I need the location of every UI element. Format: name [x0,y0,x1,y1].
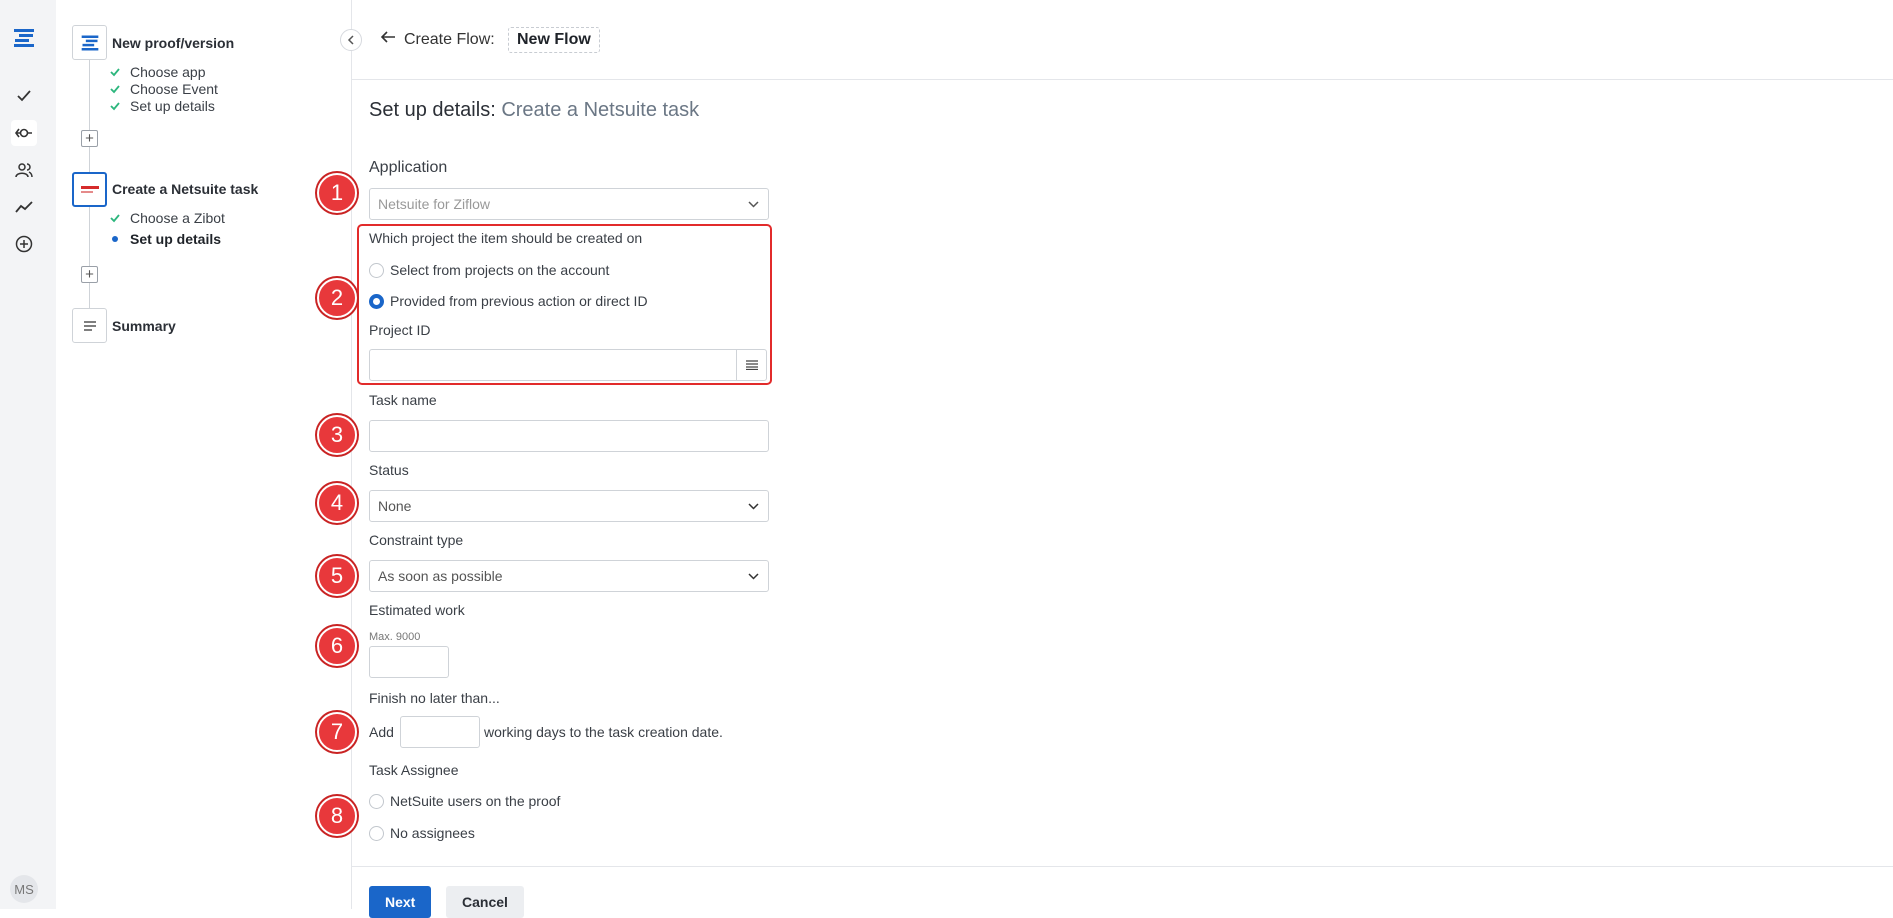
title-prefix: Set up details: [369,99,496,121]
collapse-panel-button[interactable] [340,29,362,51]
finish-label: Finish no later than... [369,690,500,706]
assignee-option-none[interactable]: No assignees [369,825,475,841]
application-value: Netsuite for Ziflow [378,196,491,212]
annotation-marker: 1 [317,173,357,213]
annotation-marker: 4 [317,483,357,523]
status-value: None [378,498,412,514]
insert-variable-button[interactable] [736,350,766,380]
cancel-button[interactable]: Cancel [446,886,524,918]
avatar[interactable]: MS [10,875,38,903]
annotation-marker: 2 [317,278,357,318]
check-icon [110,214,120,223]
project-id-input[interactable] [369,349,767,381]
status-label: Status [369,462,409,478]
list-icon [745,360,758,370]
footer-divider [352,866,1893,867]
estimated-work-input[interactable] [369,646,449,678]
flows-icon[interactable] [11,120,37,146]
estimated-work-label: Estimated work [369,602,465,618]
radio-label: Provided from previous action or direct … [390,293,648,309]
chevron-down-icon [748,503,759,510]
annotation-marker: 8 [317,796,357,836]
radio-button-selected[interactable] [369,293,384,309]
substep-label: Choose Event [130,81,218,97]
finish-prefix: Add [369,724,394,740]
page-title: Set up details: Create a Netsuite task [369,99,699,122]
radio-label: Select from projects on the account [390,262,610,278]
radio-label: NetSuite users on the proof [390,793,561,809]
substep-item[interactable]: Choose Event [110,81,218,97]
step-connector [89,205,90,309]
add-step-button[interactable]: + [81,266,98,283]
substep-label: Choose app [130,64,206,80]
project-option-provided[interactable]: Provided from previous action or direct … [369,293,648,309]
step-title[interactable]: New proof/version [112,35,234,51]
substep-label: Choose a Zibot [130,210,225,226]
analytics-icon[interactable] [11,194,37,220]
constraint-select[interactable]: As soon as possible [369,560,769,592]
step-connector [89,60,90,174]
header-label: Create Flow: [404,31,495,48]
back-arrow-icon[interactable] [380,30,396,44]
working-days-input[interactable] [400,716,480,748]
add-step-button[interactable]: + [81,130,98,147]
application-select[interactable]: Netsuite for Ziflow [369,188,769,220]
substep-item[interactable]: Choose a Zibot [110,210,225,226]
current-dot-icon [112,236,118,242]
radio-button[interactable] [369,262,384,278]
check-icon [110,68,120,77]
constraint-value: As soon as possible [378,568,503,584]
icon-rail: MS [0,0,56,909]
project-option-select[interactable]: Select from projects on the account [369,262,609,278]
assignee-option-netsuite[interactable]: NetSuite users on the proof [369,793,560,809]
application-label: Application [369,159,448,176]
add-circle-icon[interactable] [11,231,37,257]
annotation-marker: 7 [317,712,357,752]
step-title[interactable]: Summary [112,318,176,334]
ziflow-logo-icon[interactable] [11,25,37,51]
next-button[interactable]: Next [369,886,432,918]
checkmark-icon[interactable] [11,83,37,109]
substep-item-current[interactable]: Set up details [110,231,221,247]
page-header: Create Flow: New Flow [352,0,1893,80]
chevron-down-icon [748,573,759,580]
title-suffix: Create a Netsuite task [501,99,700,121]
constraint-label: Constraint type [369,532,464,548]
substep-label: Set up details [130,98,215,114]
substep-label: Set up details [130,231,222,247]
radio-button[interactable] [369,825,384,841]
project-question-label: Which project the item should be created… [369,230,643,246]
task-name-label: Task name [369,392,437,408]
chevron-left-icon [347,35,354,45]
radio-label: No assignees [390,825,475,841]
users-icon[interactable] [11,157,37,183]
chevron-down-icon [748,201,759,208]
step-summary-icon[interactable] [72,308,107,343]
check-icon [110,102,120,111]
flow-name-input[interactable]: New Flow [508,27,600,53]
check-icon [110,85,120,94]
substep-item[interactable]: Choose app [110,64,206,80]
substep-item[interactable]: Set up details [110,98,215,114]
task-name-input[interactable] [369,420,769,452]
step-trigger-icon[interactable] [72,25,107,60]
project-id-label: Project ID [369,322,431,338]
finish-suffix: working days to the task creation date. [484,724,723,740]
annotation-marker: 6 [317,626,357,666]
status-select[interactable]: None [369,490,769,522]
assignee-label: Task Assignee [369,762,459,778]
step-netsuite-icon[interactable] [72,172,107,207]
steps-panel [56,0,352,909]
step-title[interactable]: Create a Netsuite task [112,181,258,197]
radio-button[interactable] [369,793,384,809]
annotation-marker: 5 [317,556,357,596]
annotation-marker: 3 [317,415,357,455]
estimated-work-hint: Max. 9000 [369,631,421,643]
